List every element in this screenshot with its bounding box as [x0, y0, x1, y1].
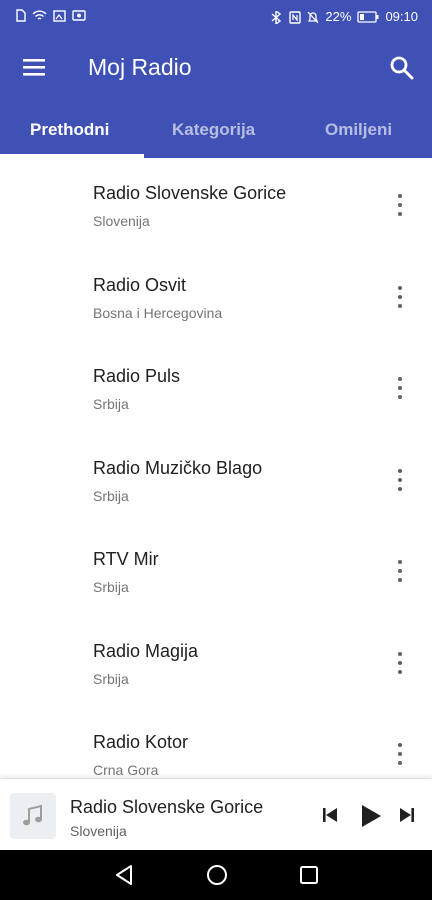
status-bar: 22% 09:10 — [0, 0, 432, 34]
screen-cast-icon — [53, 9, 66, 22]
station-country: Srbija — [93, 670, 129, 687]
more-options-icon[interactable] — [390, 285, 410, 308]
play-icon[interactable] — [358, 803, 384, 834]
list-item[interactable]: RTV Mir Srbija — [0, 524, 432, 615]
recents-icon[interactable] — [298, 863, 320, 892]
tab-prethodni[interactable]: Prethodni — [30, 120, 109, 140]
list-item[interactable]: Radio Muzičko Blago Srbija — [0, 433, 432, 524]
station-name: Radio Muzičko Blago — [93, 457, 263, 478]
music-note-icon — [10, 793, 56, 839]
station-country: Crna Gora — [93, 762, 159, 778]
back-icon[interactable] — [113, 863, 135, 892]
player-station-name: Radio Slovenske Gorice — [70, 797, 264, 817]
status-right-icons: 22% 09:10 — [269, 9, 418, 25]
battery-icon — [357, 11, 379, 23]
list-item[interactable]: Radio Slovenske Gorice Slovenija — [0, 158, 432, 249]
station-country: Srbija — [93, 579, 129, 595]
search-icon[interactable] — [388, 54, 416, 82]
station-country: Slovenija — [93, 213, 150, 229]
list-item[interactable]: Radio Puls Srbija — [0, 341, 432, 432]
station-name: Radio Osvit — [93, 274, 187, 295]
tab-kategorija[interactable]: Kategorija — [172, 120, 255, 140]
nfc-icon — [289, 10, 302, 24]
more-options-icon[interactable] — [390, 377, 410, 399]
bluetooth-icon — [271, 10, 282, 24]
station-country: Srbija — [93, 487, 129, 504]
station-name: Radio Slovenske Gorice — [93, 183, 287, 203]
station-name: RTV Mir — [93, 549, 159, 569]
navigation-bar — [0, 850, 432, 900]
more-options-icon[interactable] — [390, 560, 410, 582]
more-options-icon[interactable] — [390, 194, 410, 216]
app-bar: Moj Radio — [0, 34, 432, 104]
app-title: Moj Radio — [88, 54, 192, 80]
battery-percent: 22% — [325, 9, 352, 24]
app-header: 22% 09:10 Moj Radio Prethodni Kategorija… — [0, 0, 432, 158]
mute-icon — [307, 11, 319, 23]
list-item[interactable]: Radio Osvit Bosna i Hercegovina — [0, 250, 432, 341]
photo-icon — [72, 10, 86, 21]
home-icon[interactable] — [205, 863, 229, 892]
more-options-icon[interactable] — [390, 743, 410, 765]
clock: 09:10 — [385, 9, 418, 24]
skip-previous-icon[interactable] — [320, 806, 340, 829]
sim-card-icon — [16, 9, 26, 22]
station-name: Radio Puls — [93, 366, 181, 386]
player-station-country: Slovenija — [70, 823, 127, 839]
wifi-icon — [32, 10, 47, 20]
tab-bar: Prethodni Kategorija Omiljeni — [0, 104, 432, 158]
tab-omiljeni[interactable]: Omiljeni — [325, 120, 392, 140]
station-name: Radio Kotor — [93, 732, 189, 752]
station-country: Srbija — [93, 396, 129, 412]
list-item[interactable]: Radio Kotor Crna Gora — [0, 707, 432, 778]
station-name: Radio Magija — [93, 640, 199, 661]
more-options-icon[interactable] — [390, 468, 410, 491]
list-item[interactable]: Radio Magija Srbija — [0, 616, 432, 707]
station-country: Bosna i Hercegovina — [93, 304, 223, 321]
station-list[interactable]: Radio Slovenske Gorice Slovenija Radio O… — [0, 158, 432, 778]
skip-next-icon[interactable] — [397, 806, 417, 829]
status-left-icons — [16, 9, 86, 22]
hamburger-menu-icon[interactable] — [22, 56, 48, 78]
more-options-icon[interactable] — [390, 651, 410, 674]
mini-player[interactable]: Radio Slovenske Gorice Slovenija — [0, 778, 432, 850]
